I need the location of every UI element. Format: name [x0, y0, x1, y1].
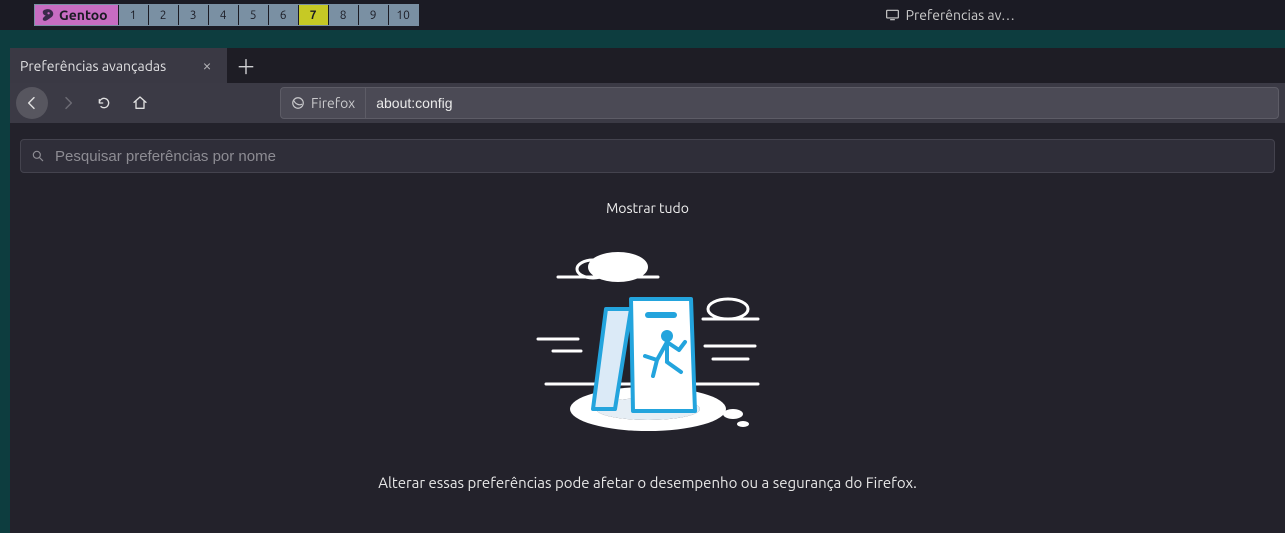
wm-taskbar-inner: Gentoo 12345678910	[34, 4, 419, 26]
browser-tab[interactable]: Preferências avançadas ×	[10, 48, 228, 83]
home-icon	[132, 95, 148, 111]
workspace-9[interactable]: 9	[358, 5, 388, 25]
distro-badge[interactable]: Gentoo	[35, 5, 118, 25]
monitor-icon	[885, 8, 900, 22]
gentoo-icon	[41, 8, 55, 22]
workspace-10[interactable]: 10	[388, 5, 418, 25]
wm-taskbar: Gentoo 12345678910 Preferências av…	[0, 0, 1285, 30]
wm-window-title: Preferências av…	[906, 7, 1015, 23]
forward-button	[52, 87, 84, 119]
reload-icon	[96, 95, 112, 111]
workspace-1[interactable]: 1	[118, 5, 148, 25]
workspace-3[interactable]: 3	[178, 5, 208, 25]
workspace-4[interactable]: 4	[208, 5, 238, 25]
back-button[interactable]	[16, 87, 48, 119]
browser-window: Preferências avançadas × ＋ Firefox	[10, 48, 1285, 533]
firefox-icon	[291, 96, 305, 110]
identity-box[interactable]: Firefox	[281, 88, 366, 118]
workspace-8[interactable]: 8	[328, 5, 358, 25]
arrow-left-icon	[24, 95, 40, 111]
arrow-right-icon	[60, 95, 76, 111]
workspace-5[interactable]: 5	[238, 5, 268, 25]
url-bar[interactable]: Firefox	[280, 87, 1279, 119]
about-config-page: Mostrar tudo	[10, 123, 1285, 533]
config-warning-text: Alterar essas preferências pode afetar o…	[378, 474, 917, 491]
distro-label: Gentoo	[59, 7, 108, 23]
workspace-7[interactable]: 7	[298, 5, 328, 25]
new-tab-button[interactable]: ＋	[228, 48, 264, 83]
reload-button[interactable]	[88, 87, 120, 119]
show-all-button[interactable]: Mostrar tudo	[592, 195, 703, 221]
search-icon	[31, 149, 45, 163]
config-body: Mostrar tudo	[10, 183, 1285, 533]
caution-illustration	[533, 239, 763, 434]
config-search-bar[interactable]	[20, 139, 1275, 173]
wm-current-window: Preferências av…	[885, 7, 1285, 23]
identity-label: Firefox	[311, 95, 355, 111]
tab-strip: Preferências avançadas × ＋	[10, 48, 1285, 83]
config-search-input[interactable]	[55, 148, 1264, 165]
tab-title: Preferências avançadas	[20, 58, 166, 74]
nav-toolbar: Firefox	[10, 83, 1285, 123]
workspace-6[interactable]: 6	[268, 5, 298, 25]
tab-close-button[interactable]: ×	[197, 56, 217, 76]
workspace-2[interactable]: 2	[148, 5, 178, 25]
home-button[interactable]	[124, 87, 156, 119]
url-input[interactable]	[366, 95, 1278, 111]
